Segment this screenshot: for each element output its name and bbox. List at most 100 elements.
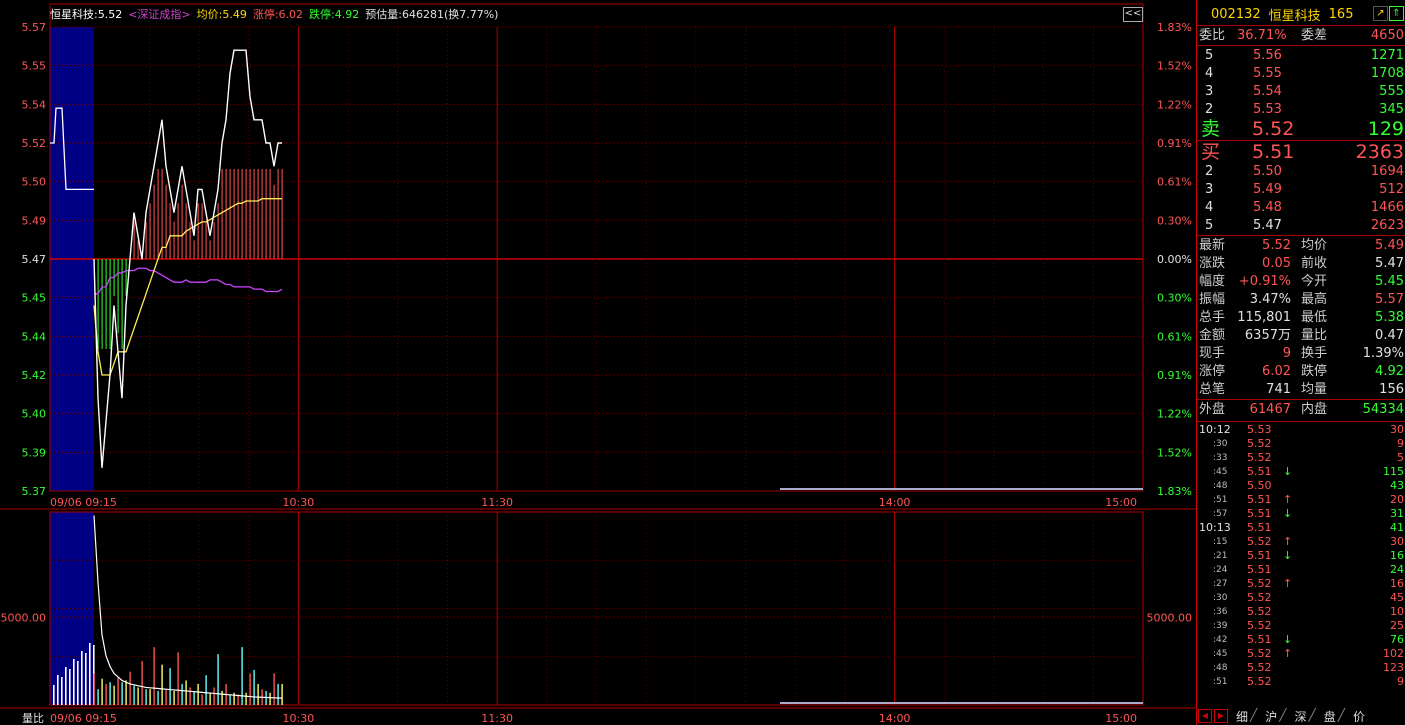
neipan-label: 内盘 xyxy=(1301,402,1328,417)
panel-tab[interactable]: 深 xyxy=(1295,708,1307,725)
tick-row[interactable]: :30 5.52 45 xyxy=(1197,591,1405,605)
time-axis-label: 14:00 xyxy=(879,496,911,509)
ask-level-price: 5.55 xyxy=(1253,66,1282,81)
tick-row[interactable]: :21 5.51 ↓ 16 xyxy=(1197,549,1405,563)
volume-bar xyxy=(181,683,183,705)
stat-label: 涨跌 xyxy=(1199,256,1226,271)
stat-label: 振幅 xyxy=(1199,292,1226,307)
panel-header: 002132 恒星科技 165 ↗ ⇑ xyxy=(1197,5,1405,24)
stat-label: 最低 xyxy=(1301,310,1328,325)
panel-tab[interactable]: 细 xyxy=(1236,708,1248,725)
tick-price: 5.52 xyxy=(1247,577,1272,590)
percent-axis-label: 0.30% xyxy=(1157,292,1192,305)
bid-level-row[interactable]: 3 5.49 512 xyxy=(1197,181,1405,199)
stat-label: 总手 xyxy=(1199,310,1226,325)
panel-tab[interactable]: 沪 xyxy=(1265,708,1277,725)
stat-value: 5.57 xyxy=(1375,292,1404,307)
tick-volume: 76 xyxy=(1390,633,1404,646)
stat-row: 总手 115,801 最低 5.38 xyxy=(1197,309,1405,327)
tick-row[interactable]: :57 5.51 ↓ 31 xyxy=(1197,507,1405,521)
tick-row[interactable]: 10:13 5.51 41 xyxy=(1197,521,1405,535)
bid-level-price: 5.47 xyxy=(1253,218,1282,233)
chart-mode-icon[interactable]: ↗ xyxy=(1373,6,1388,21)
panel-tab[interactable]: 价 xyxy=(1353,708,1365,725)
tick-row[interactable]: :48 5.50 43 xyxy=(1197,479,1405,493)
ask-level-row[interactable]: 5 5.56 1271 xyxy=(1197,47,1405,65)
volume-bar xyxy=(113,685,115,705)
bid-level-row[interactable]: 2 5.50 1694 xyxy=(1197,163,1405,181)
time-axis-label: 10:30 xyxy=(283,712,315,725)
tick-row[interactable]: :51 5.51 ↑ 20 xyxy=(1197,493,1405,507)
auction-volume-bar xyxy=(53,685,55,705)
panel-tab[interactable]: 盘 xyxy=(1324,708,1336,725)
tick-price: 5.52 xyxy=(1247,675,1272,688)
stat-value: 4.92 xyxy=(1375,364,1404,379)
percent-axis-label: 0.30% xyxy=(1157,214,1192,227)
index-link[interactable]: <深证成指> xyxy=(128,6,190,22)
ask-level-price: 5.54 xyxy=(1253,84,1282,99)
collapse-button[interactable]: << xyxy=(1123,7,1143,22)
weibi-value: 36.71% xyxy=(1237,28,1287,43)
price-axis-label: 5.37 xyxy=(22,485,47,498)
percent-axis-label: 0.61% xyxy=(1157,176,1192,189)
tick-volume: 30 xyxy=(1390,423,1404,436)
tick-row[interactable]: :39 5.52 25 xyxy=(1197,619,1405,633)
price-axis-label: 5.52 xyxy=(22,137,47,150)
volume-bar xyxy=(253,669,255,705)
price-diff-bar xyxy=(169,203,171,259)
tick-row[interactable]: :30 5.52 9 xyxy=(1197,437,1405,451)
stat-row: 金额 6357万 量比 0.47 xyxy=(1197,327,1405,345)
tick-row[interactable]: :48 5.52 123 xyxy=(1197,661,1405,675)
bid-level-row[interactable]: 4 5.48 1466 xyxy=(1197,199,1405,217)
volume-bar xyxy=(169,668,171,705)
intraday-chart[interactable]: 5.57 1.83% 5.55 1.52% 5.54 1.22% 5.52 0.91% 5.50… xyxy=(0,0,1196,725)
bid-1-row[interactable]: 买 5.51 2363 xyxy=(1197,141,1405,163)
tick-volume: 45 xyxy=(1390,591,1404,604)
tick-price: 5.52 xyxy=(1247,591,1272,604)
ask-level-row[interactable]: 3 5.54 555 xyxy=(1197,83,1405,101)
ask-1-row[interactable]: 卖 5.52 129 xyxy=(1197,118,1405,140)
tick-row[interactable]: :45 5.52 ↑ 102 xyxy=(1197,647,1405,661)
ask-level-row[interactable]: 4 5.55 1708 xyxy=(1197,65,1405,83)
tick-row[interactable]: :45 5.51 ↓ 115 xyxy=(1197,465,1405,479)
tick-volume: 25 xyxy=(1390,619,1404,632)
tick-price: 5.52 xyxy=(1247,661,1272,674)
ask-level-level: 5 xyxy=(1205,48,1214,63)
percent-axis-label: 1.52% xyxy=(1157,60,1192,73)
price-diff-bar xyxy=(233,169,235,259)
volume-bar xyxy=(221,690,223,705)
tick-row[interactable]: 10:12 5.53 30 xyxy=(1197,423,1405,437)
percent-axis-label: 1.22% xyxy=(1157,408,1192,421)
tick-time: :36 xyxy=(1213,607,1228,617)
tick-row[interactable]: :42 5.51 ↓ 76 xyxy=(1197,633,1405,647)
percent-axis-label: 0.00% xyxy=(1157,253,1192,266)
stat-label: 最新 xyxy=(1199,238,1226,253)
tick-row[interactable]: :51 5.52 9 xyxy=(1197,675,1405,689)
bid-level-row[interactable]: 5 5.47 2623 xyxy=(1197,217,1405,235)
price-diff-bar xyxy=(137,240,139,259)
bid-level-level: 3 xyxy=(1205,182,1214,197)
bid-level-price: 5.49 xyxy=(1253,182,1282,197)
tick-volume: 30 xyxy=(1390,535,1404,548)
tick-row[interactable]: :15 5.52 ↑ 30 xyxy=(1197,535,1405,549)
price-axis-label: 5.54 xyxy=(22,98,47,111)
stat-value: +0.91% xyxy=(1238,274,1291,289)
price-diff-bar xyxy=(273,184,275,259)
limit-down-label: 跌停:4.92 xyxy=(309,8,360,21)
prev-arrow-icon[interactable]: ◀ xyxy=(1198,709,1212,723)
tick-row[interactable]: :36 5.52 10 xyxy=(1197,605,1405,619)
ask-level-row[interactable]: 2 5.53 345 xyxy=(1197,101,1405,119)
ask-level-level: 3 xyxy=(1205,84,1214,99)
down-arrow-icon: ↓ xyxy=(1283,465,1293,478)
stat-label: 前收 xyxy=(1301,256,1328,271)
tick-row[interactable]: :33 5.52 5 xyxy=(1197,451,1405,465)
percent-axis-label: 0.61% xyxy=(1157,330,1192,343)
tick-row[interactable]: :24 5.51 24 xyxy=(1197,563,1405,577)
tick-time: :15 xyxy=(1213,537,1228,547)
tick-row[interactable]: :27 5.52 ↑ 16 xyxy=(1197,577,1405,591)
expand-icon[interactable]: ⇑ xyxy=(1389,6,1404,21)
volume-bar xyxy=(145,689,147,705)
volume-bar xyxy=(97,689,99,705)
ask-level-price: 5.56 xyxy=(1253,48,1282,63)
next-arrow-icon[interactable]: ▶ xyxy=(1214,709,1228,723)
